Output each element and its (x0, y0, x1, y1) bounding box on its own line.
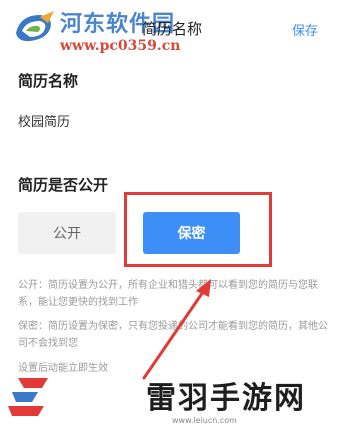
save-button[interactable]: 保存 (292, 20, 318, 39)
top-bar: 河东软件园 www.pc0359.cn 简历名称 保存 (0, 0, 342, 58)
visibility-label: 简历是否公开 (18, 176, 109, 194)
public-description: 公开：简历设置为公开，所有企业和猎头都可以看到您的简历与您联系，能让您更快的找到… (18, 280, 318, 308)
annotation-highlight-box (124, 192, 272, 267)
brand-name: 雷羽手游网 (146, 381, 306, 416)
resume-name-field[interactable]: 校园简历 (18, 111, 70, 130)
page-title: 简历名称 (142, 20, 203, 38)
site-logo-icon (16, 11, 54, 42)
brand-logo-icon (8, 378, 48, 416)
resume-name-label: 简历名称 (18, 72, 79, 90)
watermark-site-url: www.pc0359.cn (60, 38, 181, 54)
public-option-button[interactable]: 公开 (18, 212, 116, 254)
brand-url: www.leiucn.com (172, 416, 237, 425)
private-description: 保密：简历设置为保密，只有您投递的公司才能看到您的简历，其他公司不会找到您 (18, 321, 328, 349)
